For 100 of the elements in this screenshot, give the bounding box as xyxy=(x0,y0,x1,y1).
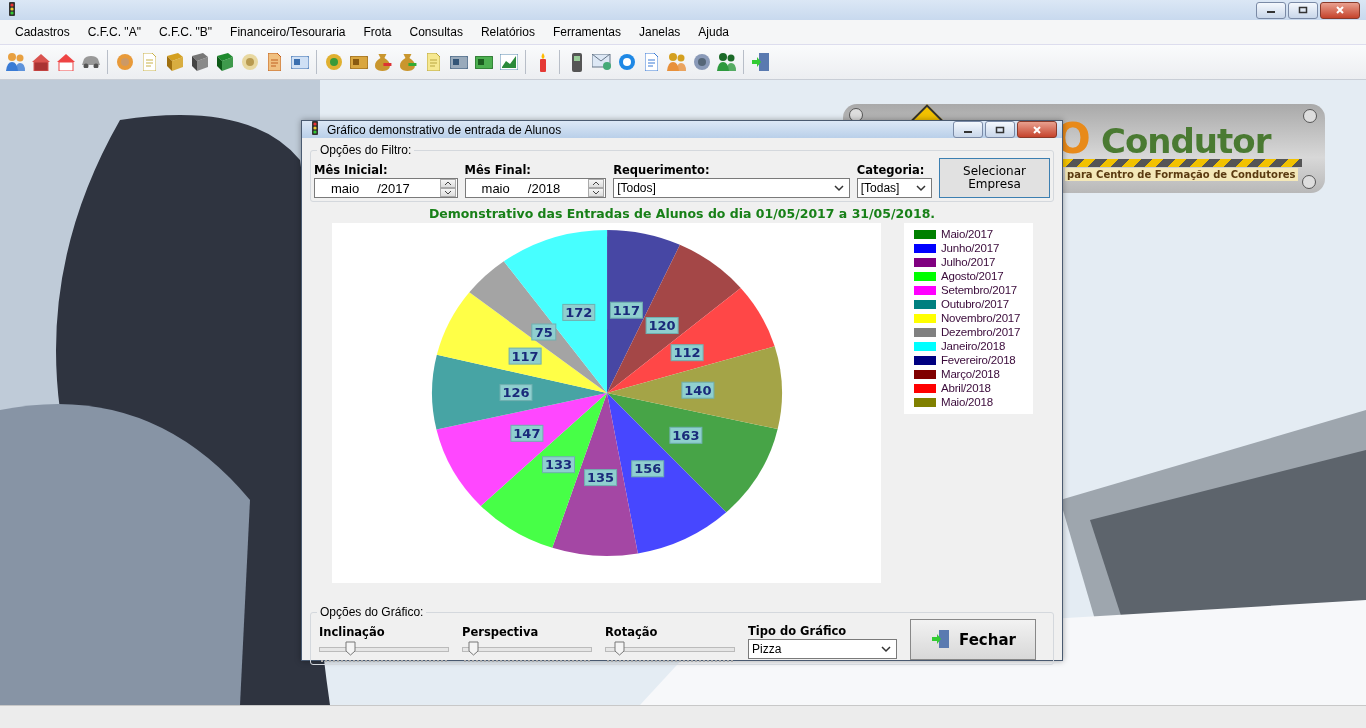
group-title: Opções do Gráfico: xyxy=(317,605,427,619)
spin-down-button[interactable] xyxy=(439,188,456,197)
data-label: 75 xyxy=(531,323,557,341)
app-icon xyxy=(6,1,18,16)
chart-heading: Demonstrativo das Entradas de Alunos do dia 01/05/2017 a 31/05/2018. xyxy=(427,206,937,221)
data-label: 172 xyxy=(562,303,596,321)
category-dropdown[interactable]: [Todas] xyxy=(856,178,932,198)
slider-thumb-icon xyxy=(467,641,479,656)
maximize-button[interactable] xyxy=(985,121,1015,138)
data-label: 126 xyxy=(499,384,533,402)
menu-item[interactable]: C.F.C. "B" xyxy=(149,22,222,42)
clipboard-icon xyxy=(268,53,281,71)
close-button[interactable]: Fechar xyxy=(910,619,1036,660)
restore-icon xyxy=(995,125,1005,134)
field-label: Requerimento: xyxy=(613,163,711,178)
field-label: Categoria: xyxy=(856,163,926,178)
banknote-icon xyxy=(474,55,493,69)
caret-icon xyxy=(881,645,891,653)
legend-label: Março/2018 xyxy=(941,368,1000,380)
data-label: 133 xyxy=(542,456,575,474)
people-icon xyxy=(6,53,25,71)
data-label: 163 xyxy=(669,426,703,444)
menu-item[interactable]: Ferramentas xyxy=(543,22,630,42)
phone-icon xyxy=(571,52,582,72)
caret-icon xyxy=(916,184,926,192)
menu-item[interactable]: Janelas xyxy=(629,22,690,42)
close-button[interactable] xyxy=(1017,121,1057,138)
spin-down-button[interactable] xyxy=(588,188,605,197)
legend-label: Outubro/2017 xyxy=(941,298,1009,310)
up-caret-icon xyxy=(443,181,452,186)
document-icon xyxy=(143,53,156,71)
chart-icon xyxy=(499,54,518,70)
legend-label: Agosto/2017 xyxy=(941,270,1004,282)
candle-icon xyxy=(539,52,546,72)
slider-thumb[interactable] xyxy=(344,641,356,656)
id-card-icon xyxy=(290,55,309,69)
menu-item[interactable]: Cadastros xyxy=(6,22,79,42)
restore-icon xyxy=(1298,6,1308,14)
logo-tagline: para Centro de Formação de Condutores xyxy=(1065,168,1298,181)
money-bag-icon xyxy=(375,53,392,71)
minimize-button[interactable] xyxy=(1256,1,1286,19)
caret-icon xyxy=(592,190,601,195)
field-label: Mês Inicial: xyxy=(314,163,389,178)
close-button[interactable] xyxy=(1320,1,1360,19)
select-company-button[interactable]: Selecionar Empresa xyxy=(939,158,1050,198)
legend-label: Maio/2017 xyxy=(941,228,993,240)
slider-label: Inclinação xyxy=(319,625,386,640)
month-spinner[interactable]: maio /2017 xyxy=(314,178,458,198)
minimize-button[interactable] xyxy=(953,121,983,138)
legend-label: Novembro/2017 xyxy=(941,312,1021,324)
menu-item[interactable]: Financeiro/Tesouraria xyxy=(221,22,355,42)
group-title: Opções do Filtro: xyxy=(317,143,415,157)
data-label: 156 xyxy=(631,460,665,478)
legend-label: Julho/2017 xyxy=(941,256,996,268)
money-bag-icon xyxy=(400,53,417,71)
spin-up-button[interactable] xyxy=(439,179,456,188)
menu-item[interactable]: Consultas xyxy=(400,22,472,42)
up-caret-icon xyxy=(592,181,601,186)
legend-label: Janeiro/2018 xyxy=(941,340,1006,352)
slider-thumb[interactable] xyxy=(467,641,479,656)
data-label: 75 xyxy=(534,324,553,340)
legend-label: Setembro/2017 xyxy=(941,284,1018,296)
caret-icon xyxy=(833,184,844,192)
legend-label: Dezembro/2017 xyxy=(941,326,1021,338)
data-label: 120 xyxy=(645,317,679,334)
logo-text: Condutor xyxy=(1101,124,1271,158)
app-icon xyxy=(309,121,321,135)
car-icon xyxy=(81,55,100,69)
field-label: Mês Final: xyxy=(464,163,532,178)
month-spinner[interactable]: maio /2018 xyxy=(464,178,607,198)
menu-item[interactable]: Relatórios xyxy=(471,22,544,42)
slider-label: Rotação xyxy=(605,625,659,640)
slider-thumb[interactable] xyxy=(614,641,626,656)
slider-thumb-icon xyxy=(344,641,356,656)
spin-up-button[interactable] xyxy=(588,179,605,188)
data-label: 112 xyxy=(670,344,704,362)
menu-item[interactable]: C.F.C. "A" xyxy=(78,22,150,42)
data-label: 135 xyxy=(584,469,618,487)
menu-item[interactable]: Frota xyxy=(354,22,401,42)
legend-label: Abril/2018 xyxy=(941,382,991,394)
legend-label: Fevereiro/2018 xyxy=(941,354,1016,366)
slider-label: Perspectiva xyxy=(462,625,540,640)
maximize-button[interactable] xyxy=(1288,1,1318,19)
data-label: 147 xyxy=(510,424,544,442)
data-label: 117 xyxy=(508,347,542,365)
notepad-icon xyxy=(427,53,440,71)
requirement-dropdown[interactable]: [Todos] xyxy=(613,178,850,198)
legend-label: Maio/2018 xyxy=(941,396,993,408)
envelope-icon xyxy=(592,54,611,70)
list-icon xyxy=(645,53,658,71)
data-label: 117 xyxy=(609,301,643,319)
data-label: 140 xyxy=(681,381,715,399)
slider-thumb-icon xyxy=(614,641,626,656)
chart-type-dropdown[interactable]: Pizza xyxy=(748,639,897,659)
field-label: Tipo do Gráfico xyxy=(748,624,848,639)
legend-label: Junho/2017 xyxy=(941,242,1000,254)
exit-door-icon xyxy=(752,53,769,71)
menu-item[interactable]: Ajuda xyxy=(689,22,739,42)
caret-icon xyxy=(443,190,452,195)
window-title: Gráfico demonstrativo de entrada de Alunos xyxy=(327,122,563,137)
